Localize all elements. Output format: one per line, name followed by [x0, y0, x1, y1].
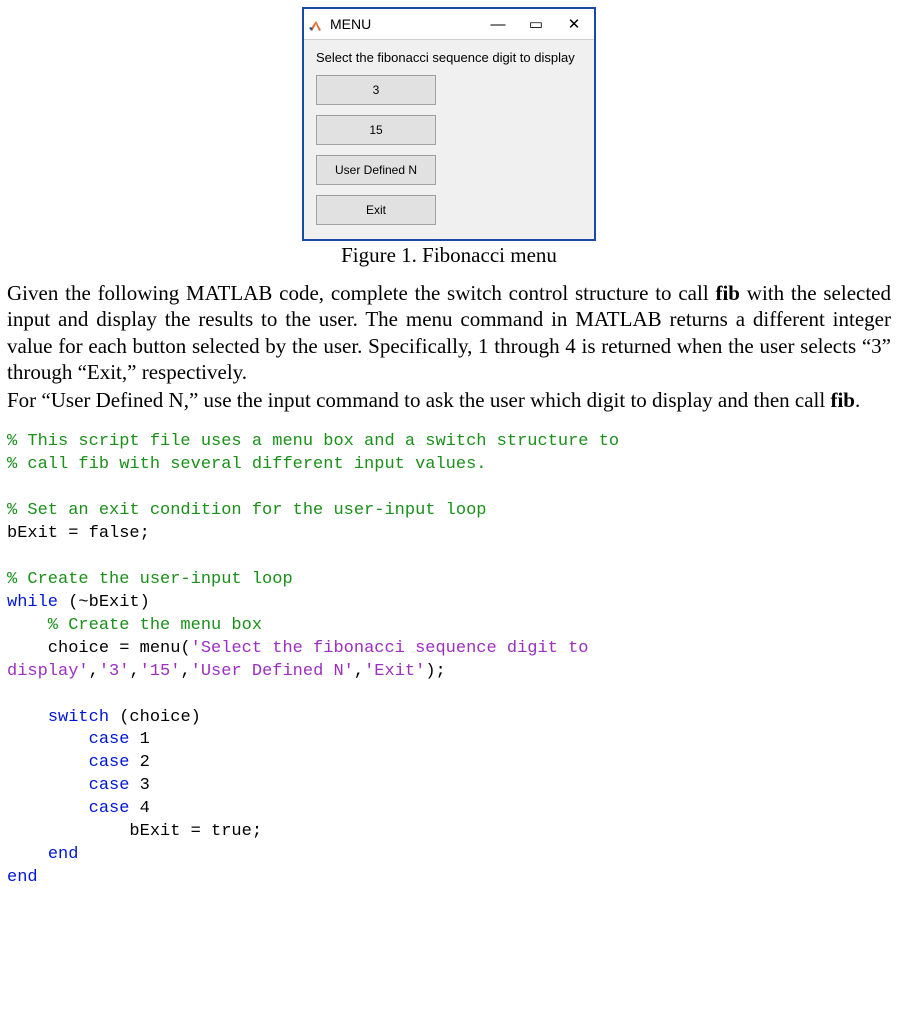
- code-text: 1: [140, 730, 150, 749]
- bold-fib: fib: [715, 281, 740, 305]
- menu-option-3[interactable]: 3: [316, 75, 436, 105]
- code-string: 'User Defined N': [191, 662, 354, 681]
- code-text: ,: [180, 662, 190, 681]
- menu-body: Select the fibonacci sequence digit to d…: [304, 40, 594, 239]
- code-line: bExit = true;: [7, 822, 262, 841]
- window-title: MENU: [330, 16, 371, 32]
- code-text: choice = menu(: [7, 639, 191, 658]
- window-controls: — ▭ ✕: [490, 17, 590, 32]
- minimize-icon[interactable]: —: [490, 17, 506, 32]
- code-text: 3: [140, 776, 150, 795]
- code-keyword-case: case: [89, 776, 130, 795]
- matlab-icon: [308, 16, 324, 32]
- paragraph-1: Given the following MATLAB code, complet…: [7, 280, 891, 385]
- code-text: [129, 730, 139, 749]
- code-keyword-case: case: [89, 730, 130, 749]
- code-keyword-case: case: [89, 753, 130, 772]
- code-text: ,: [129, 662, 139, 681]
- code-text: [129, 776, 139, 795]
- figure-caption: Figure 1. Fibonacci menu: [7, 243, 891, 268]
- code-text: (~bExit): [58, 593, 150, 612]
- code-comment: % Set an exit condition for the user-inp…: [7, 501, 486, 520]
- figure-area: MENU — ▭ ✕ Select the fibonacci sequence…: [7, 7, 891, 268]
- code-keyword-switch: switch: [48, 708, 109, 727]
- text: For “User Defined N,” use the input comm…: [7, 388, 830, 412]
- code-comment: % This script file uses a menu box and a…: [7, 432, 619, 451]
- code-block: % This script file uses a menu box and a…: [7, 431, 891, 890]
- code-text: ,: [354, 662, 364, 681]
- code-text: );: [425, 662, 445, 681]
- code-comment: % Create the user-input loop: [7, 570, 293, 589]
- menu-window: MENU — ▭ ✕ Select the fibonacci sequence…: [302, 7, 596, 241]
- code-string: '15': [140, 662, 181, 681]
- code-line: bExit = false;: [7, 524, 150, 543]
- code-comment: % call fib with several different input …: [7, 455, 486, 474]
- menu-option-user-defined[interactable]: User Defined N: [316, 155, 436, 185]
- code-string: '3': [99, 662, 130, 681]
- code-keyword-case: case: [89, 799, 130, 818]
- titlebar: MENU — ▭ ✕: [304, 9, 594, 40]
- bold-fib: fib: [830, 388, 855, 412]
- code-text: ,: [89, 662, 99, 681]
- code-text: 2: [140, 753, 150, 772]
- code-text: 4: [140, 799, 150, 818]
- text: .: [855, 388, 860, 412]
- code-string: 'Exit': [364, 662, 425, 681]
- paragraph-2: For “User Defined N,” use the input comm…: [7, 387, 891, 413]
- code-keyword-while: while: [7, 593, 58, 612]
- code-keyword-end: end: [48, 845, 79, 864]
- code-text: [129, 753, 139, 772]
- code-text: (choice): [109, 708, 201, 727]
- text: Given the following MATLAB code, complet…: [7, 281, 715, 305]
- code-text: [129, 799, 139, 818]
- menu-prompt: Select the fibonacci sequence digit to d…: [316, 50, 582, 65]
- menu-option-exit[interactable]: Exit: [316, 195, 436, 225]
- menu-option-15[interactable]: 15: [316, 115, 436, 145]
- code-comment: % Create the menu box: [7, 616, 262, 635]
- code-keyword-end: end: [7, 868, 38, 887]
- maximize-icon[interactable]: ▭: [528, 17, 544, 32]
- close-icon[interactable]: ✕: [566, 17, 582, 32]
